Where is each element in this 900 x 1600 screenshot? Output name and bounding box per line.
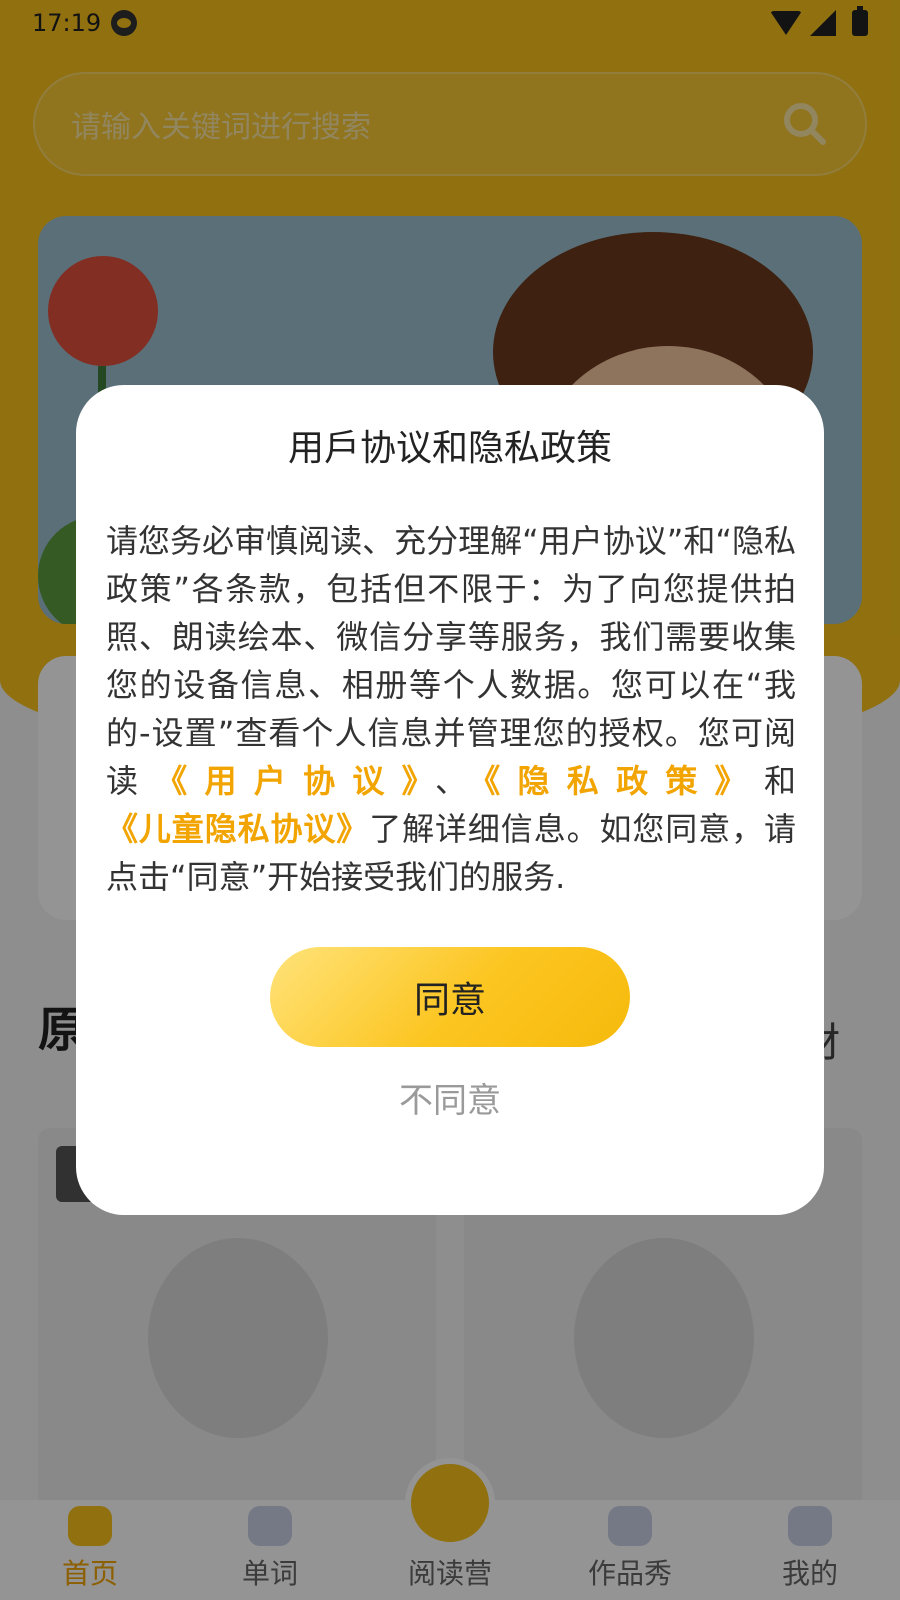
privacy-dialog: 用戶协议和隐私政策 请您务必审慎阅读、充分理解“用户协议”和“隐私政策”各条款，…: [76, 385, 824, 1215]
separator-text: 和: [763, 762, 796, 800]
disagree-button[interactable]: 不同意: [76, 1073, 824, 1122]
dialog-body-text: 请您务必审慎阅读、充分理解“用户协议”和“隐私政策”各条款，包括但不限于：为了向…: [106, 522, 796, 800]
child-privacy-link[interactable]: 《儿童隐私协议》: [106, 810, 369, 848]
dialog-body: 请您务必审慎阅读、充分理解“用户协议”和“隐私政策”各条款，包括但不限于：为了向…: [106, 517, 796, 901]
agree-button[interactable]: 同意: [270, 947, 630, 1047]
privacy-policy-link[interactable]: 《隐私政策》: [484, 762, 764, 800]
separator-text: 、: [434, 762, 485, 800]
user-agreement-link[interactable]: 《用户协议》: [155, 762, 435, 800]
dialog-title: 用戶协议和隐私政策: [287, 428, 612, 469]
